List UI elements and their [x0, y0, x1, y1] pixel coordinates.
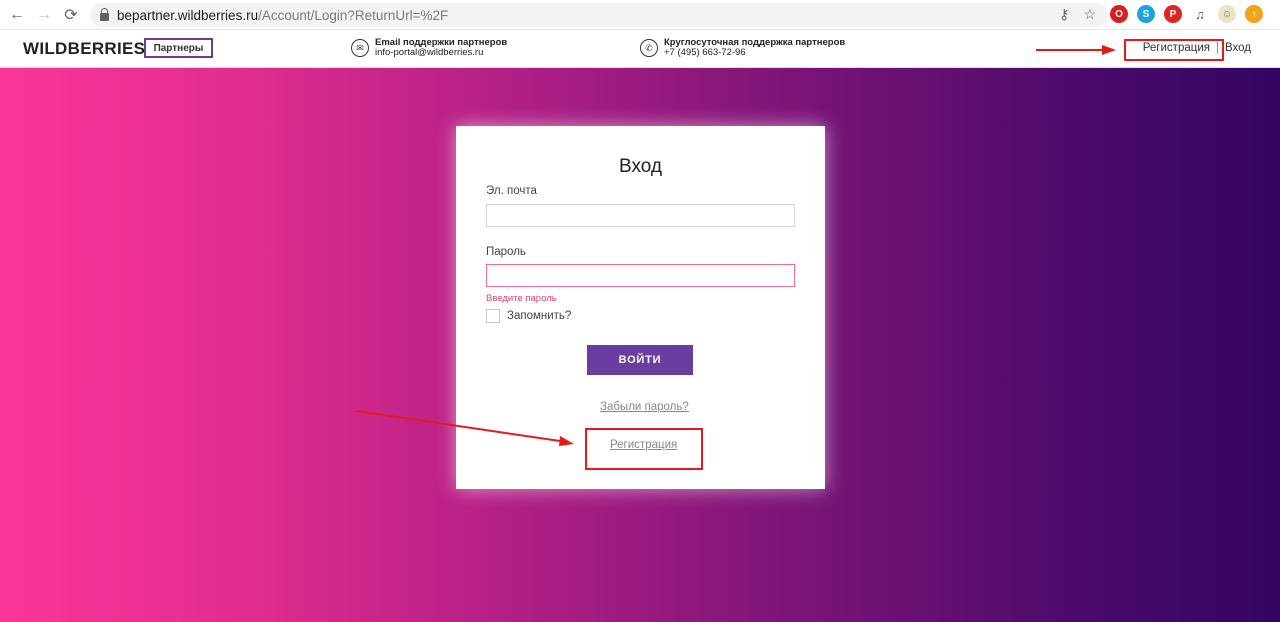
- remember-checkbox[interactable]: [486, 309, 500, 323]
- password-field[interactable]: [486, 264, 795, 287]
- upload-icon[interactable]: ↑: [1245, 5, 1263, 23]
- header-login-link[interactable]: Вход: [1225, 42, 1251, 54]
- mail-icon: ✉: [351, 39, 369, 57]
- email-support-value[interactable]: info-portal@wildberries.ru: [375, 48, 507, 58]
- login-button[interactable]: ВОЙТИ: [587, 345, 693, 375]
- forward-icon[interactable]: →: [33, 4, 55, 26]
- forgot-password-link[interactable]: Забыли пароль?: [600, 401, 689, 413]
- email-support: ✉ Email поддержки партнеров info-portal@…: [351, 38, 507, 58]
- phone-support: ✆ Круглосуточная поддержка партнеров +7 …: [640, 38, 845, 58]
- email-label: Эл. почта: [486, 185, 537, 197]
- playlist-icon[interactable]: ♫: [1191, 5, 1209, 23]
- login-title: Вход: [619, 156, 662, 177]
- browser-toolbar: ← → ⟳ bepartner.wildberries.ru/Account/L…: [0, 0, 1280, 30]
- remember-me[interactable]: Запомнить?: [486, 309, 571, 323]
- email-field[interactable]: [486, 204, 795, 227]
- avatar-icon[interactable]: ☺: [1218, 5, 1236, 23]
- email-input[interactable]: [487, 205, 794, 226]
- annotation-box-header-register: [1124, 39, 1224, 61]
- password-input[interactable]: [487, 265, 794, 286]
- extensions-bar: O S P ♫ ☺ ↑: [1110, 5, 1263, 23]
- password-error: Введите пароль: [486, 293, 557, 304]
- password-label: Пароль: [486, 246, 526, 258]
- key-icon[interactable]: ⚷: [1059, 6, 1069, 23]
- skype-icon[interactable]: S: [1137, 5, 1155, 23]
- site-header: WILDBERRIES Партнеры ✉ Email поддержки п…: [0, 30, 1280, 68]
- annotation-box-card-register: [585, 428, 703, 470]
- url-host: bepartner.wildberries.ru: [117, 7, 259, 23]
- url-path: /Account/Login?ReturnUrl=%2F: [258, 7, 449, 23]
- star-icon[interactable]: ☆: [1083, 6, 1096, 23]
- reload-icon[interactable]: ⟳: [60, 4, 82, 26]
- phone-icon: ✆: [640, 39, 658, 57]
- back-icon[interactable]: ←: [6, 4, 28, 26]
- partners-badge[interactable]: Партнеры: [144, 38, 213, 58]
- logo[interactable]: WILDBERRIES: [23, 39, 145, 59]
- pinterest-icon[interactable]: P: [1164, 5, 1182, 23]
- address-bar[interactable]: bepartner.wildberries.ru/Account/Login?R…: [90, 3, 1108, 27]
- phone-support-value[interactable]: +7 (495) 663-72-96: [664, 48, 845, 58]
- remember-label[interactable]: Запомнить?: [507, 310, 571, 322]
- lock-icon: [100, 7, 109, 21]
- opera-icon[interactable]: O: [1110, 5, 1128, 23]
